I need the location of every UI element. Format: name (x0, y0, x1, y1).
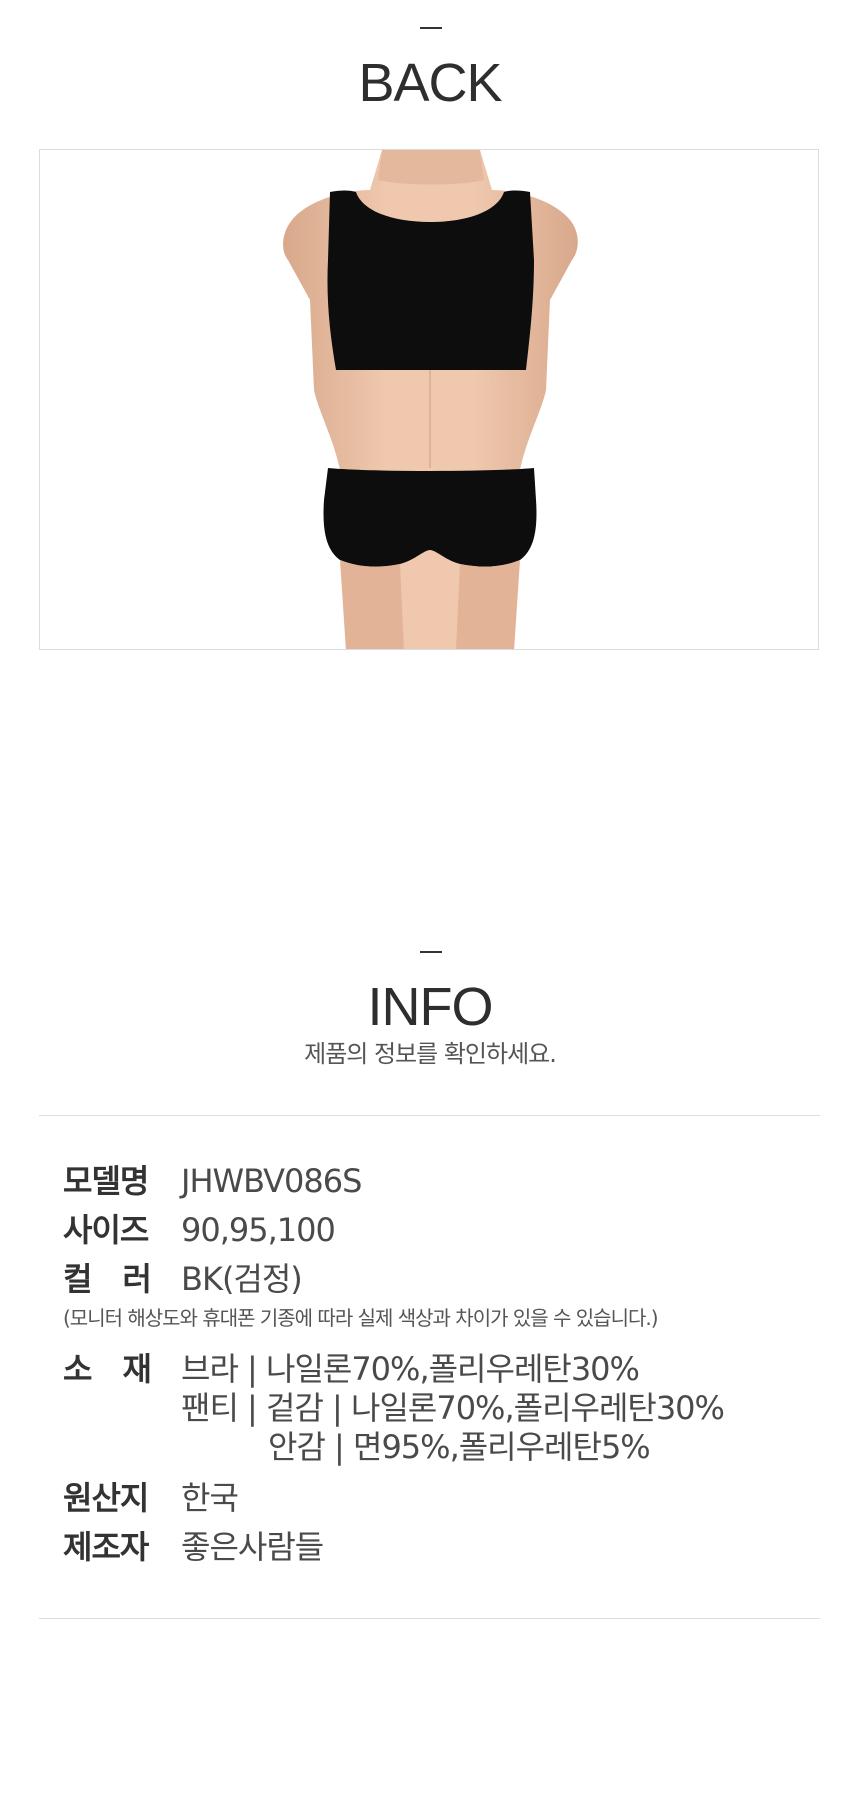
info-top-divider (39, 1115, 820, 1116)
spec-value-maker: 좋은사람들 (181, 1528, 324, 1566)
spec-value-material-panty-inner: 안감 | 면95%,폴리우레탄5% (268, 1428, 651, 1466)
spec-value-material-panty-outer: 팬티 | 겉감 | 나일론70%,폴리우레탄30% (181, 1389, 725, 1427)
spec-row-color: 컬 러 BK(검정) (63, 1260, 303, 1298)
spec-value-color: BK(검정) (181, 1260, 303, 1298)
spec-label-origin: 원산지 (63, 1479, 149, 1517)
info-subtitle: 제품의 정보를 확인하세요. (304, 1040, 557, 1068)
product-back-photo (39, 149, 819, 650)
spec-row-origin: 원산지 한국 (63, 1479, 239, 1517)
info-section-title: INFO (367, 977, 494, 1037)
spec-row-model: 모델명 JHWBV086S (63, 1162, 362, 1200)
spec-value-origin: 한국 (181, 1479, 239, 1517)
spec-value-size: 90,95,100 (181, 1211, 336, 1249)
info-bottom-divider (39, 1618, 820, 1619)
spec-row-maker: 제조자 좋은사람들 (63, 1528, 324, 1566)
color-disclaimer-note: (모니터 해상도와 휴대폰 기종에 따라 실제 색상과 차이가 있을 수 있습니… (63, 1306, 659, 1330)
mannequin-back-illustration (283, 150, 578, 649)
back-title-dash (420, 27, 442, 29)
spec-label-maker: 제조자 (63, 1528, 149, 1566)
spec-row-material: 소 재 브라 | 나일론70%,폴리우레탄30% (63, 1350, 640, 1388)
spec-value-model: JHWBV086S (181, 1162, 362, 1200)
spec-label-size: 사이즈 (63, 1211, 149, 1249)
spec-label-material: 소 재 (63, 1350, 152, 1388)
spec-row-size: 사이즈 90,95,100 (63, 1211, 336, 1249)
info-title-dash (420, 951, 442, 953)
spec-label-model: 모델명 (63, 1162, 149, 1200)
back-section-title: BACK (358, 53, 502, 113)
spec-label-color: 컬 러 (63, 1260, 152, 1298)
spec-value-material-bra: 브라 | 나일론70%,폴리우레탄30% (181, 1350, 640, 1388)
